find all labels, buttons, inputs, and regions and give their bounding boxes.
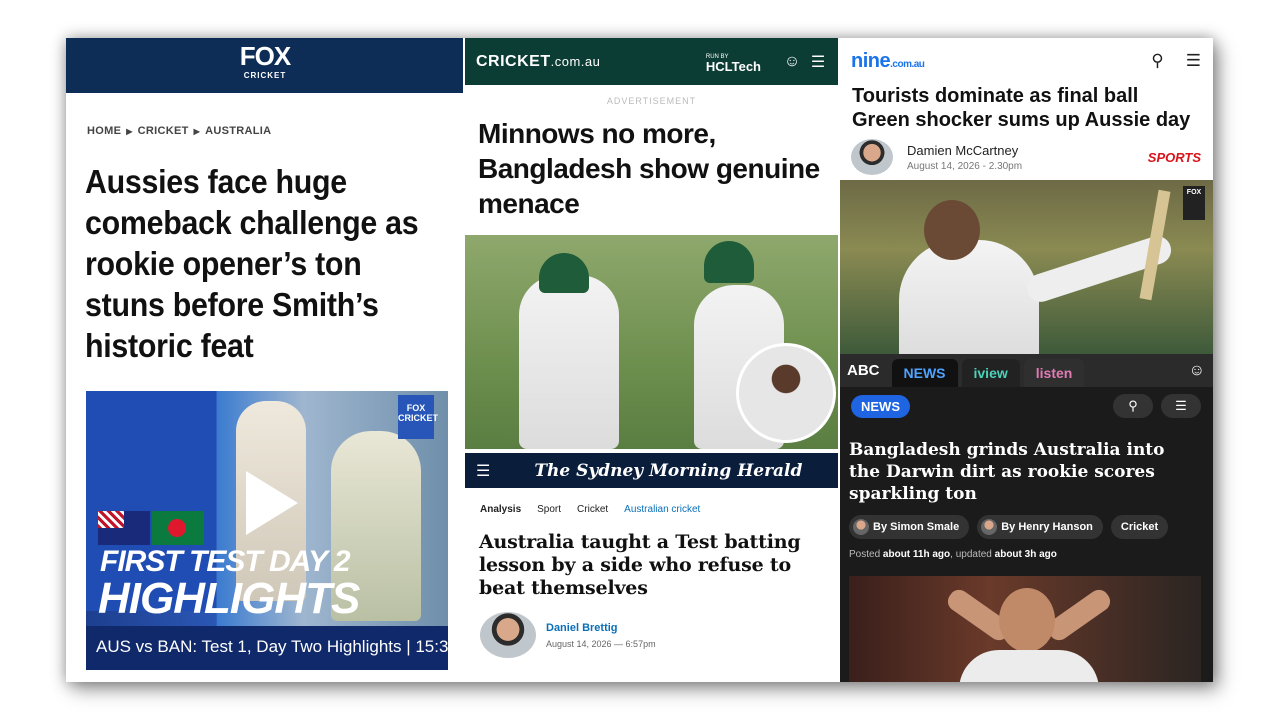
advertisement-label: ADVERTISEMENT <box>606 96 697 106</box>
avatar <box>480 612 536 658</box>
article-photo: FOX <box>839 180 1213 354</box>
helmet-shape <box>539 253 589 293</box>
nine-panel: nine.com.au ⚲ ☰ Tourists dominate as fin… <box>839 38 1213 682</box>
smh-tags: Analysis Sport Cricket Australian cricke… <box>480 504 700 515</box>
abc-nav-bar: NEWS ⚲ ☰ <box>839 387 1213 425</box>
nine-logo-suffix: .com.au <box>890 58 925 70</box>
nine-logo-text: nine <box>851 49 891 72</box>
inset-photo <box>736 343 836 443</box>
tag-cricket[interactable]: Cricket <box>577 504 608 515</box>
updated-prefix: , updated <box>950 549 992 560</box>
player-figure <box>519 275 619 449</box>
avatar <box>853 519 869 535</box>
nine-headline[interactable]: Tourists dominate as final ball Green sh… <box>852 84 1212 132</box>
article-photo <box>849 576 1201 682</box>
bangladesh-flag-icon <box>152 511 204 545</box>
panel-divider <box>838 38 840 682</box>
panel-divider <box>463 38 465 682</box>
author-chip[interactable]: By Henry Hanson <box>977 515 1103 539</box>
posted-value: about 11h ago <box>882 549 951 560</box>
tab-news[interactable]: NEWS <box>891 359 958 387</box>
nine-byline: Damien McCartney August 14, 2026 - 2.30p… <box>851 139 1201 175</box>
author-chip-label: By Simon Smale <box>873 521 960 533</box>
user-icon[interactable]: ☺ <box>1189 362 1205 380</box>
team-flags <box>98 511 204 545</box>
tab-iview[interactable]: iview <box>961 359 1020 387</box>
fox-badge: FOX CRICKET <box>398 395 438 439</box>
author-chip-label: By Henry Hanson <box>1001 521 1093 533</box>
search-icon[interactable]: ⚲ <box>1151 51 1163 71</box>
publish-date: August 14, 2026 - 2.30pm <box>907 160 1023 172</box>
wide-world-of-sports-logo: SPORTS <box>1147 149 1201 165</box>
player-head <box>924 200 980 260</box>
tag-analysis[interactable]: Analysis <box>480 504 521 515</box>
abc-news-pill[interactable]: NEWS <box>851 394 910 418</box>
author-name[interactable]: Daniel Brettig <box>546 622 656 634</box>
article-photo <box>464 235 839 449</box>
breadcrumb: HOME ▶ CRICKET ▶ AUSTRALIA <box>87 125 271 137</box>
search-icon[interactable]: ⚲ <box>1113 394 1153 418</box>
author-name[interactable]: Damien McCartney <box>907 143 1022 158</box>
player-figure <box>959 650 1099 682</box>
posted-prefix: Posted <box>849 549 881 560</box>
smh-byline: Daniel Brettig August 14, 2026 — 6:57pm <box>480 612 656 658</box>
fox-cricket-panel: FOX CRICKET HOME ▶ CRICKET ▶ AUSTRALIA Aussi… <box>66 38 464 682</box>
smh-headline[interactable]: Australia taught a Test batting lesson b… <box>479 531 829 600</box>
sponsor: RUN BY HCLTech <box>705 52 761 74</box>
fox-cricket-logo[interactable]: FOX CRICKET <box>240 43 291 86</box>
breadcrumb-home[interactable]: HOME <box>87 125 121 137</box>
abc-news-section: ABC NEWS iview listen ☺ NEWS ⚲ ☰ Banglad… <box>839 354 1213 682</box>
fox-header: FOX CRICKET <box>66 38 464 93</box>
menu-icon[interactable]: ☰ <box>476 461 490 481</box>
fox-logo-sub: CRICKET <box>243 70 287 80</box>
video-caption[interactable]: AUS vs BAN: Test 1, Day Two Highlights |… <box>86 626 448 670</box>
cricket-logo-suffix: .com.au <box>550 53 601 69</box>
tag-australian-cricket[interactable]: Australian cricket <box>624 504 700 515</box>
fox-badge: FOX <box>1183 186 1205 220</box>
video-player[interactable]: FOX CRICKET FIRST TEST DAY 2 HIGHLIGHTS … <box>86 391 448 670</box>
menu-icon[interactable]: ☰ <box>809 53 827 71</box>
updated-value: about 3h ago <box>994 549 1057 560</box>
australia-flag-icon <box>98 511 150 545</box>
menu-icon[interactable]: ☰ <box>1186 51 1201 71</box>
topic-chip[interactable]: Cricket <box>1110 515 1169 539</box>
publish-date: August 14, 2026 — 6:57pm <box>546 638 656 649</box>
abc-chips: By Simon Smale By Henry Hanson Cricket <box>849 515 1213 539</box>
avatar <box>981 519 998 535</box>
player-head <box>999 588 1055 652</box>
fox-headline[interactable]: Aussies face huge comeback challenge as … <box>85 161 425 366</box>
abc-logo[interactable]: ABC <box>847 362 880 379</box>
helmet-shape <box>704 241 754 283</box>
menu-icon[interactable]: ☰ <box>1161 394 1201 418</box>
nine-logo[interactable]: nine.com.au <box>851 49 925 73</box>
author-chip[interactable]: By Simon Smale <box>849 515 970 539</box>
player-figure <box>899 240 1039 354</box>
breadcrumb-cricket[interactable]: CRICKET <box>138 125 189 137</box>
tag-sport[interactable]: Sport <box>537 504 561 515</box>
smh-header: ☰ The Sydney Morning Herald <box>464 453 839 488</box>
cricket-logo-text: CRICKET <box>476 52 551 70</box>
video-title-line2: HIGHLIGHTS <box>98 574 360 623</box>
abc-headline[interactable]: Bangladesh grinds Australia into the Dar… <box>849 439 1199 505</box>
cricket-logo[interactable]: CRICKET.com.au <box>476 53 600 71</box>
chevron-right-icon: ▶ <box>193 127 201 136</box>
tab-listen[interactable]: listen <box>1023 359 1085 387</box>
user-icon[interactable]: ☺ <box>783 53 801 71</box>
avatar <box>851 139 893 175</box>
abc-posted-time: Posted about 11h ago, updated about 3h a… <box>849 549 1213 560</box>
cricket-com-au-panel: CRICKET.com.au RUN BY HCLTech ☺ ☰ ADVERT… <box>464 38 839 682</box>
cricket-header: CRICKET.com.au RUN BY HCLTech ☺ ☰ <box>464 38 839 85</box>
nine-headline-line1: Tourists dominate as final ball <box>852 85 1139 107</box>
sponsor-name: HCLTech <box>705 58 761 74</box>
news-collage: FOX CRICKET HOME ▶ CRICKET ▶ AUSTRALIA Aussi… <box>66 38 1213 682</box>
nine-header: nine.com.au ⚲ ☰ <box>839 38 1213 84</box>
play-icon[interactable] <box>246 471 298 535</box>
cricket-headline[interactable]: Minnows no more, Bangladesh show genuine… <box>478 116 828 221</box>
abc-tab-bar: ABC NEWS iview listen ☺ <box>839 354 1213 387</box>
chevron-right-icon: ▶ <box>126 127 133 136</box>
nine-header-icons: ⚲ ☰ <box>1151 51 1201 71</box>
breadcrumb-australia[interactable]: AUSTRALIA <box>205 125 271 137</box>
smh-masthead[interactable]: The Sydney Morning Herald <box>534 461 802 481</box>
nine-headline-line2: Green shocker sums up Aussie day <box>852 109 1191 131</box>
